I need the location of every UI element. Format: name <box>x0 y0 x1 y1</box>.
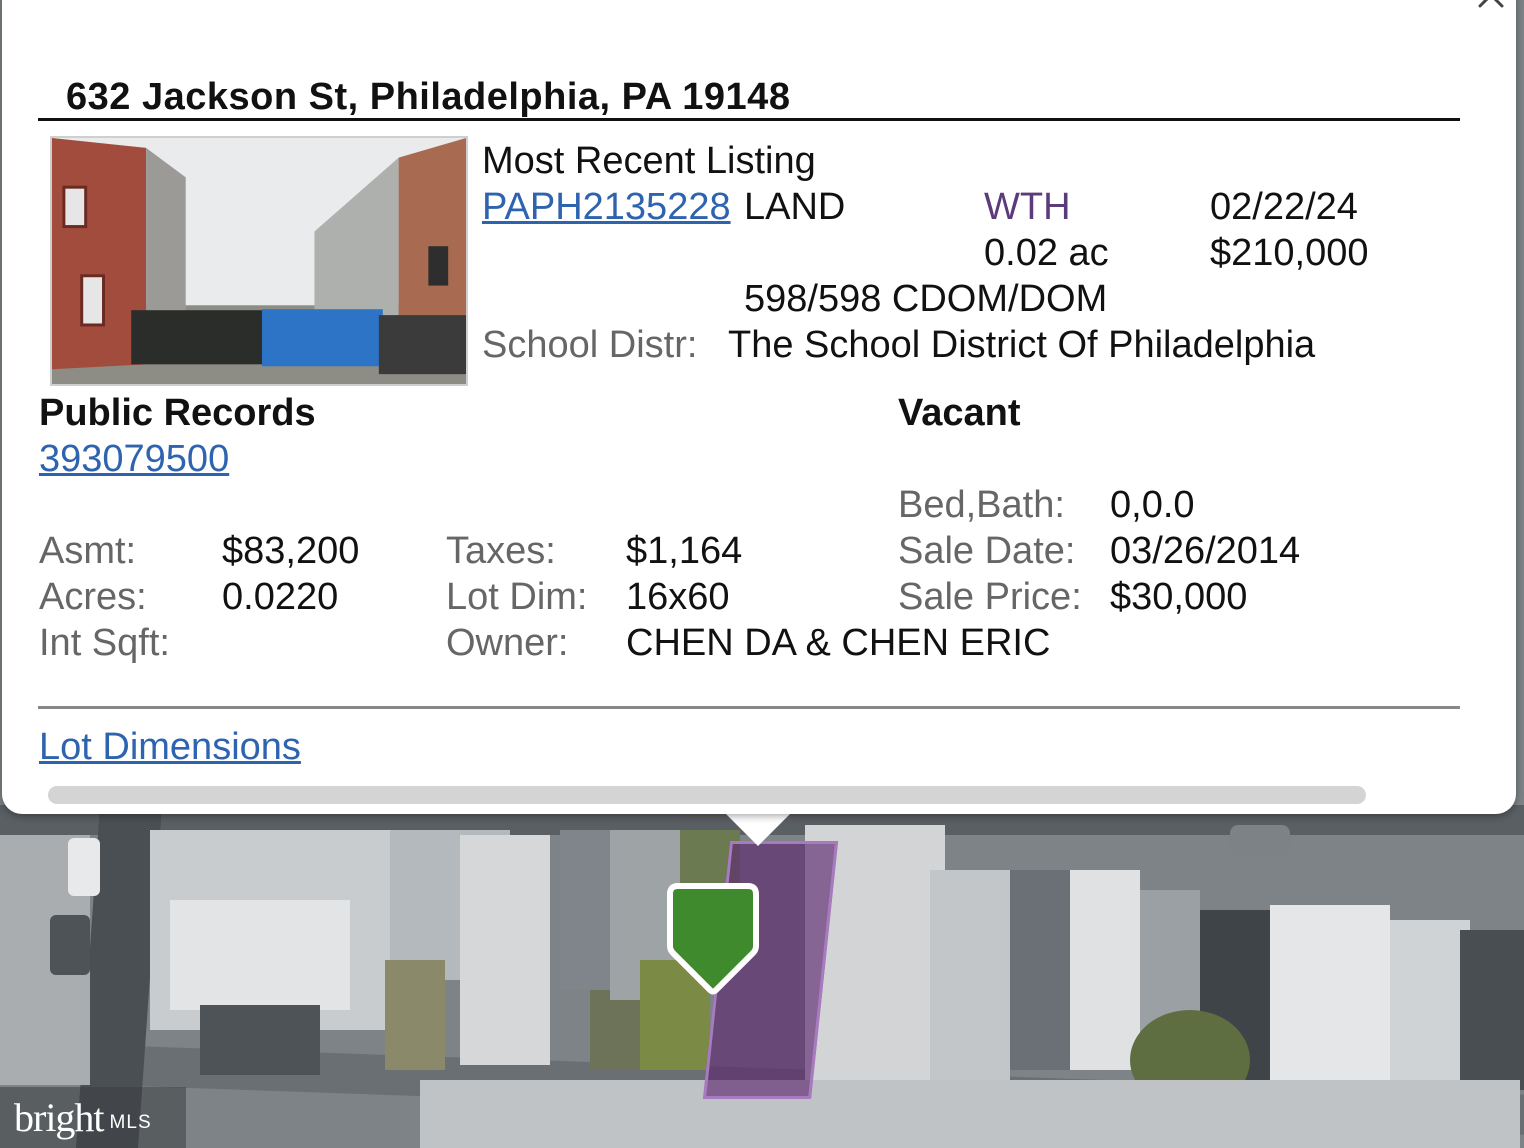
acres-value: 0.0220 <box>222 576 339 618</box>
listing-status: WTH <box>984 186 1071 228</box>
map-building <box>930 870 1010 1080</box>
listing-price: $210,000 <box>1210 232 1369 274</box>
map-yard <box>385 960 445 1070</box>
section-divider <box>38 706 1460 709</box>
sale-date-label: Sale Date: <box>898 530 1076 572</box>
horizontal-scrollbar[interactable] <box>48 786 1366 804</box>
bright-mls-logo: bright MLS <box>0 1087 186 1148</box>
listing-heading: Most Recent Listing <box>482 140 816 182</box>
school-value: The School District Of Philadelphia <box>728 324 1316 366</box>
listing-type: LAND <box>744 186 846 228</box>
taxes-value: $1,164 <box>626 530 743 572</box>
logo-brand: bright <box>14 1095 105 1140</box>
owner-value: CHEN DA & CHEN ERIC <box>626 622 1051 664</box>
lot-dim-label: Lot Dim: <box>446 576 588 618</box>
property-status: Vacant <box>898 392 1021 434</box>
public-records-heading: Public Records <box>39 392 316 434</box>
map-building <box>460 835 550 1065</box>
asmt-label: Asmt: <box>39 530 137 572</box>
map-building <box>1230 825 1290 855</box>
parcel-id-link[interactable]: 393079500 <box>39 440 229 478</box>
sale-price-value: $30,000 <box>1110 576 1248 618</box>
sale-price-label: Sale Price: <box>898 576 1082 618</box>
bedbath-value: 0,0.0 <box>1110 484 1195 526</box>
property-address: 632 Jackson St, Philadelphia, PA 19148 <box>66 76 791 118</box>
map-building <box>1010 870 1070 1070</box>
lot-dim-value: 16x60 <box>626 576 730 618</box>
popup-pointer <box>724 812 792 846</box>
int-sqft-label: Int Sqft: <box>39 622 170 664</box>
map-pin-icon[interactable] <box>662 880 764 998</box>
acres-label: Acres: <box>39 576 147 618</box>
close-icon[interactable] <box>1474 0 1508 12</box>
map-building <box>420 1080 1520 1148</box>
title-divider <box>38 118 1460 121</box>
listing-date: 02/22/24 <box>1210 186 1358 228</box>
map-building <box>50 915 90 975</box>
listing-mls-link[interactable]: PAPH2135228 <box>482 188 744 226</box>
property-photo[interactable] <box>50 136 468 386</box>
map-building <box>1070 870 1140 1070</box>
sale-date-value: 03/26/2014 <box>1110 530 1301 572</box>
asmt-value: $83,200 <box>222 530 360 572</box>
logo-suffix: MLS <box>109 1111 152 1133</box>
lot-dimensions-link[interactable]: Lot Dimensions <box>39 728 301 766</box>
map-building <box>68 838 100 896</box>
map-building <box>1460 930 1524 1090</box>
bedbath-label: Bed,Bath: <box>898 484 1065 526</box>
listing-acres: 0.02 ac <box>984 232 1109 274</box>
taxes-label: Taxes: <box>446 530 556 572</box>
map-building <box>200 1005 320 1075</box>
map-building <box>1270 905 1390 1080</box>
owner-label: Owner: <box>446 622 569 664</box>
school-label: School Distr: <box>482 324 698 366</box>
listing-dom: 598/598 CDOM/DOM <box>744 278 1108 320</box>
map-building <box>170 900 350 1010</box>
map-building <box>1390 920 1470 1080</box>
